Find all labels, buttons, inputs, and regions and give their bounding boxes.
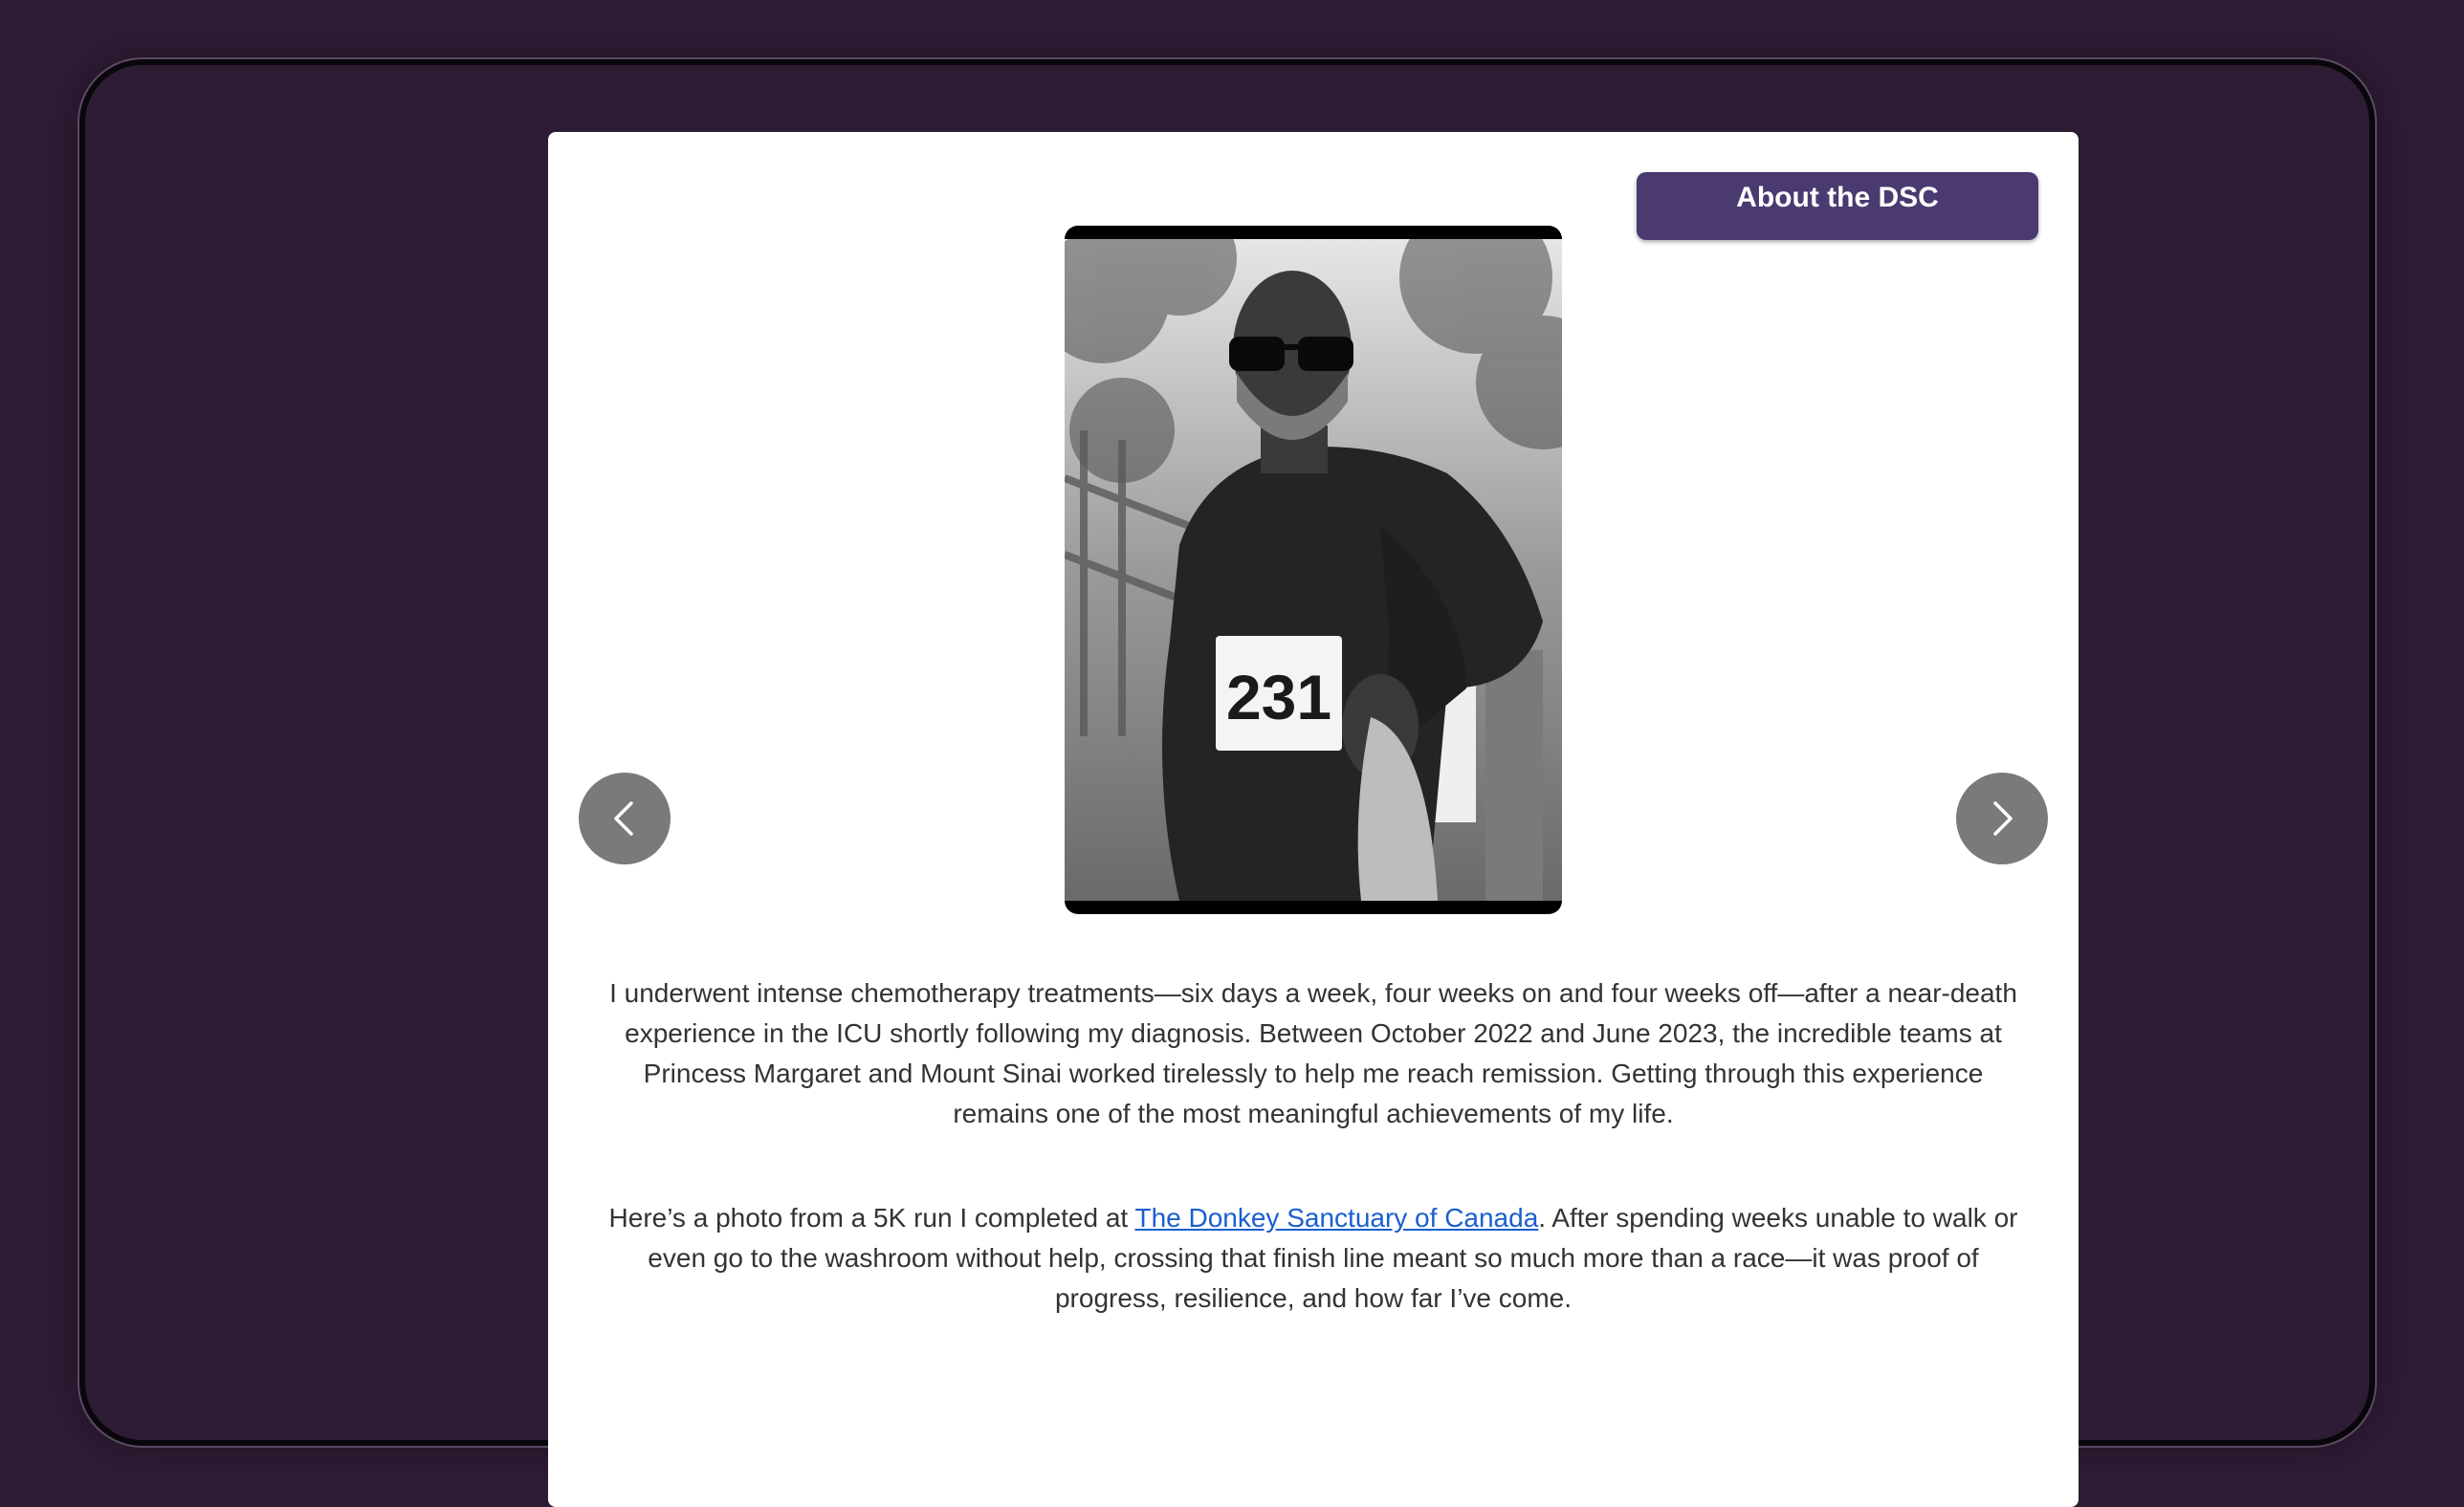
chevron-right-icon [1993,801,2013,836]
chevron-left-icon [614,801,633,836]
page-card: About the DSC 231 I underwent intense ch… [548,132,2079,1507]
runner-photo: 231 [1065,239,1562,901]
caption-paragraph-2: Here’s a photo from a 5K run I completed… [604,1198,2023,1319]
donkey-sanctuary-link[interactable]: The Donkey Sanctuary of Canada [1134,1203,1538,1233]
about-dsc-button[interactable]: About the DSC [1637,172,2038,240]
carousel-photo-frame: 231 [1065,226,1562,914]
bib-number: 231 [1226,662,1331,732]
fence-post [1485,650,1543,901]
caption-text-before-link: Here’s a photo from a 5K run I completed… [608,1203,1135,1233]
device-frame: About the DSC 231 I underwent intense ch… [79,59,2375,1507]
carousel-next-button[interactable] [1956,773,2048,864]
caption-paragraph-1: I underwent intense chemotherapy treatme… [609,978,2017,1128]
carousel-prev-button[interactable] [579,773,671,864]
